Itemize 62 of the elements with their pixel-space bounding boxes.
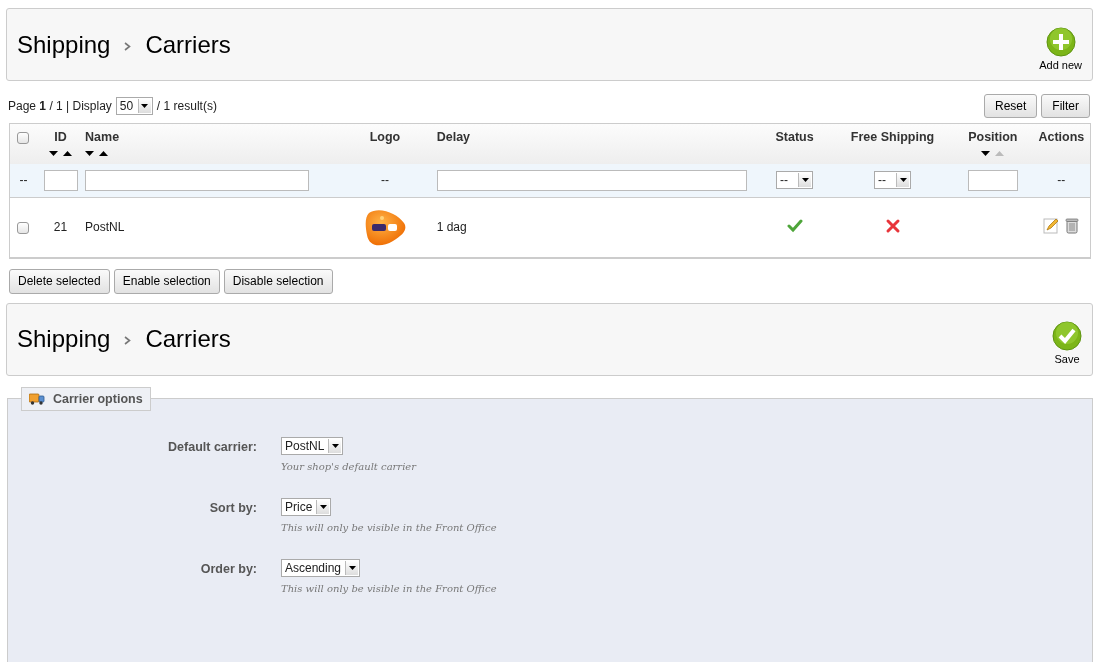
- dropdown-arrow-icon: [348, 565, 356, 570]
- breadcrumb-item: Shipping: [17, 325, 111, 353]
- filter-bar-button[interactable]: Reset: [983, 94, 1038, 118]
- dropdown-arrow-icon: [319, 504, 327, 509]
- table-cell: 1 dag: [436, 220, 467, 235]
- chevron-icon: [124, 41, 132, 51]
- column-header: Free Shipping: [849, 130, 936, 144]
- column-header: Status: [774, 130, 815, 144]
- option-select[interactable]: Price: [281, 497, 332, 516]
- breadcrumb-item: Carriers: [145, 30, 231, 59]
- chevron-icon: [124, 336, 132, 345]
- dropdown-arrow-icon: [141, 104, 149, 108]
- field-label: Default carrier:: [167, 438, 258, 456]
- column-header: Delay: [436, 130, 472, 144]
- results-count: / 1 result(s): [156, 99, 217, 113]
- table-cell: 21: [53, 220, 68, 235]
- save-link[interactable]: Save: [1054, 353, 1080, 365]
- pagination-text: Page 1 / 1 | Display: [8, 99, 112, 113]
- field-hint: This will only be visible in the Front Office: [281, 582, 497, 594]
- filter-input[interactable]: [967, 169, 1018, 191]
- table-cell: PostNL: [85, 220, 125, 235]
- add-new-link[interactable]: Add new: [1039, 58, 1082, 71]
- dropdown-arrow-icon: [331, 443, 339, 448]
- empty-filter-text: --: [380, 173, 389, 188]
- per-page-select[interactable]: 50: [115, 97, 153, 115]
- section-legend: Carrier options: [21, 386, 151, 411]
- dropdown-arrow-icon: [899, 178, 907, 183]
- bulk-action-button[interactable]: Enable selection: [113, 268, 220, 294]
- empty-filter-text: --: [19, 173, 28, 188]
- column-header: Actions: [1037, 130, 1086, 144]
- field-hint: Your shop's default carrier: [281, 460, 417, 472]
- breadcrumb-item: Carriers: [145, 325, 231, 353]
- plus-icon: [1045, 26, 1076, 57]
- filter-select[interactable]: --: [776, 171, 814, 190]
- bulk-action-button[interactable]: Delete selected: [9, 268, 110, 294]
- trash-icon[interactable]: [1063, 217, 1080, 235]
- filter-select[interactable]: --: [874, 171, 912, 190]
- dropdown-arrow-icon: [801, 178, 809, 183]
- column-header: Logo: [368, 130, 402, 144]
- truck-icon: [29, 392, 45, 405]
- field-label: Sort by:: [208, 499, 258, 517]
- column-header: ID: [53, 130, 68, 144]
- field-hint: This will only be visible in the Front Office: [281, 521, 497, 533]
- select-all-checkbox[interactable]: [17, 131, 30, 144]
- sort-arrows-icon[interactable]: [48, 150, 73, 157]
- column-header: Position: [967, 130, 1019, 144]
- sort-arrows-icon[interactable]: [85, 150, 110, 157]
- bulk-action-button[interactable]: Disable selection: [223, 268, 333, 294]
- filter-input[interactable]: [43, 169, 78, 191]
- filter-input[interactable]: [85, 169, 310, 191]
- option-select[interactable]: PostNL: [281, 436, 344, 455]
- filter-bar-button[interactable]: Filter: [1041, 94, 1090, 118]
- filter-input[interactable]: [436, 169, 747, 191]
- option-select[interactable]: Ascending: [281, 558, 361, 577]
- field-label: Order by:: [199, 560, 258, 578]
- empty-filter-text: --: [1057, 173, 1066, 188]
- column-header: Name: [85, 130, 121, 144]
- checkmark-icon: [1052, 321, 1082, 351]
- pencil-icon[interactable]: [1042, 217, 1059, 235]
- sort-arrows-icon[interactable]: [980, 150, 1005, 157]
- breadcrumb-item: Shipping: [17, 30, 111, 59]
- row-checkbox[interactable]: [17, 222, 30, 235]
